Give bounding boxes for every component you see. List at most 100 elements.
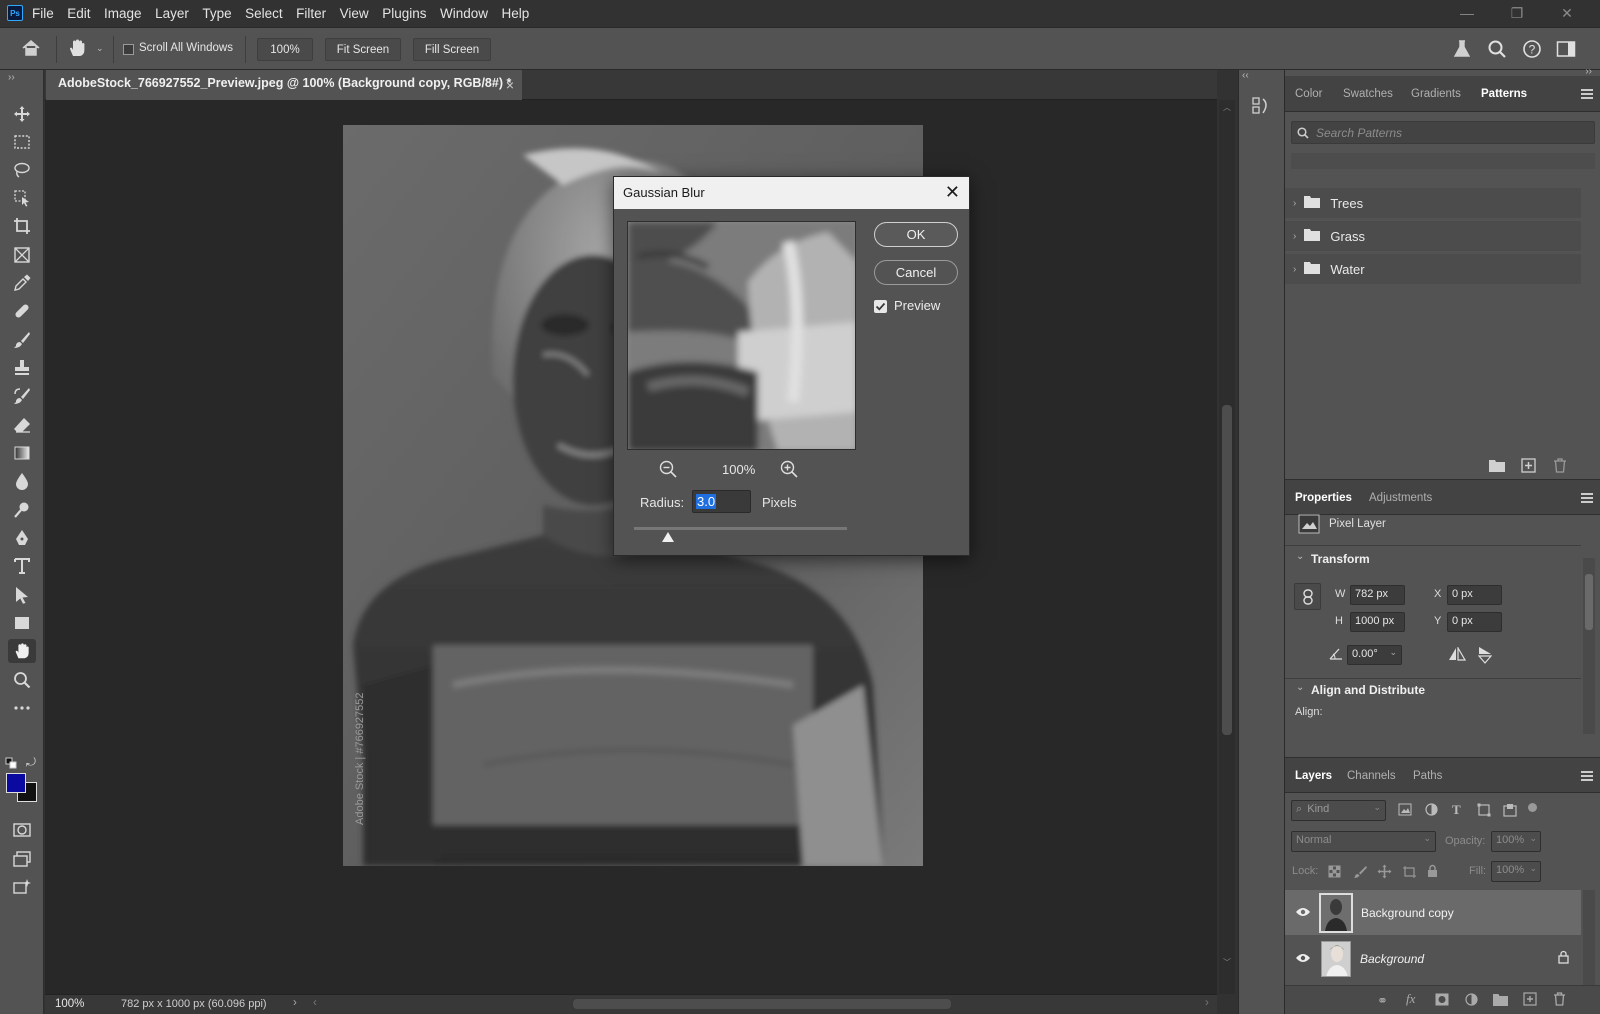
- hand-tool-preset-icon[interactable]: [67, 38, 87, 61]
- menu-help[interactable]: Help: [501, 4, 529, 23]
- object-selection-tool-icon[interactable]: [8, 186, 36, 210]
- preview-checkbox[interactable]: [874, 300, 887, 313]
- eyedropper-tool-icon[interactable]: [8, 271, 36, 295]
- menu-layer[interactable]: Layer: [155, 4, 189, 23]
- collapse-align-icon[interactable]: ⌄: [1296, 682, 1304, 693]
- new-group-icon[interactable]: [1493, 993, 1508, 1009]
- history-panel-icon[interactable]: [1251, 96, 1271, 119]
- dialog-title-bar[interactable]: Gaussian Blur ✕: [614, 177, 969, 209]
- x-field[interactable]: 0 px: [1447, 585, 1502, 605]
- blend-mode-select[interactable]: Normal ⌄: [1291, 831, 1436, 852]
- angle-field[interactable]: 0.00° ⌄: [1347, 645, 1402, 665]
- flask-icon[interactable]: [1452, 39, 1472, 62]
- vertical-scrollbar[interactable]: ︿ ﹀: [1219, 100, 1235, 994]
- link-dimensions-button[interactable]: [1294, 583, 1321, 610]
- generative-icon[interactable]: [8, 875, 36, 899]
- scroll-all-checkbox[interactable]: [123, 44, 134, 55]
- eraser-tool-icon[interactable]: [8, 413, 36, 437]
- adjustment-layer-icon[interactable]: [1465, 993, 1478, 1009]
- crop-tool-icon[interactable]: [8, 214, 36, 238]
- opacity-dropdown-icon[interactable]: ⌄: [1529, 833, 1537, 844]
- zoom-100-button[interactable]: 100%: [257, 38, 313, 61]
- tab-layers[interactable]: Layers: [1295, 770, 1332, 782]
- scroll-down-icon[interactable]: ﹀: [1223, 957, 1231, 968]
- filter-shape-icon[interactable]: [1477, 803, 1491, 820]
- marquee-tool-icon[interactable]: [8, 130, 36, 154]
- lock-position-icon[interactable]: [1377, 864, 1392, 882]
- tab-gradients[interactable]: Gradients: [1411, 88, 1461, 100]
- restore-button[interactable]: ❐: [1492, 5, 1542, 22]
- patterns-search-box[interactable]: Search Patterns: [1291, 121, 1595, 144]
- menu-type[interactable]: Type: [202, 4, 231, 23]
- flip-vertical-icon[interactable]: [1477, 646, 1493, 667]
- layer-name[interactable]: Background copy: [1361, 906, 1454, 920]
- clone-stamp-tool-icon[interactable]: [8, 356, 36, 380]
- workspace-icon[interactable]: [1556, 40, 1576, 61]
- brush-tool-icon[interactable]: [8, 328, 36, 352]
- filter-adjustment-icon[interactable]: [1425, 803, 1438, 819]
- chevron-down-icon[interactable]: ⌄: [96, 43, 104, 54]
- add-mask-icon[interactable]: [1435, 993, 1449, 1009]
- close-button[interactable]: ✕: [1542, 5, 1592, 22]
- y-field[interactable]: 0 px: [1447, 612, 1502, 632]
- layer-effects-icon[interactable]: fx: [1406, 991, 1415, 1007]
- minimize-button[interactable]: —: [1442, 5, 1492, 21]
- tab-adjustments[interactable]: Adjustments: [1369, 492, 1432, 504]
- expand-chevron-icon[interactable]: ›: [1293, 198, 1296, 209]
- flip-horizontal-icon[interactable]: [1448, 645, 1467, 664]
- cancel-button[interactable]: Cancel: [874, 260, 958, 285]
- dodge-tool-icon[interactable]: [8, 498, 36, 522]
- status-zoom[interactable]: 100%: [55, 998, 84, 1010]
- menu-select[interactable]: Select: [245, 4, 283, 23]
- pattern-folder-water[interactable]: › Water: [1285, 254, 1581, 284]
- close-tab-icon[interactable]: ×: [506, 77, 514, 93]
- angle-dropdown-icon[interactable]: ⌄: [1389, 647, 1397, 658]
- lock-transparent-icon[interactable]: [1328, 865, 1341, 881]
- radius-input[interactable]: 3.0: [692, 490, 751, 513]
- new-group-folder-icon[interactable]: [1489, 459, 1505, 476]
- kind-dropdown-icon[interactable]: ⌄: [1373, 802, 1381, 813]
- lock-pixels-icon[interactable]: [1353, 865, 1367, 882]
- visibility-eye-icon[interactable]: [1295, 906, 1311, 920]
- fit-screen-button[interactable]: Fit Screen: [325, 38, 401, 61]
- visibility-eye-icon[interactable]: [1295, 952, 1311, 966]
- scroll-right-icon[interactable]: ›: [1205, 997, 1209, 1009]
- patterns-panel-menu-icon[interactable]: [1581, 89, 1593, 99]
- menu-filter[interactable]: Filter: [296, 4, 326, 23]
- hand-tool-icon[interactable]: [8, 639, 36, 663]
- layer-name[interactable]: Background: [1360, 952, 1424, 966]
- fill-screen-button[interactable]: Fill Screen: [413, 38, 491, 61]
- fill-dropdown-icon[interactable]: ⌄: [1529, 863, 1537, 874]
- delete-pattern-icon[interactable]: [1553, 458, 1567, 476]
- delete-layer-icon[interactable]: [1553, 992, 1566, 1009]
- dialog-close-icon[interactable]: ✕: [945, 182, 960, 203]
- status-menu-arrow[interactable]: ›: [293, 997, 297, 1009]
- healing-brush-tool-icon[interactable]: [8, 299, 36, 323]
- screen-mode-icon[interactable]: [8, 847, 36, 871]
- frame-tool-icon[interactable]: [8, 243, 36, 267]
- filter-smart-object-icon[interactable]: [1503, 803, 1517, 820]
- tab-color[interactable]: Color: [1295, 88, 1322, 100]
- expand-chevron-icon[interactable]: ›: [1293, 264, 1296, 275]
- collapse-left-icon[interactable]: ‹‹: [1242, 70, 1249, 81]
- ok-button[interactable]: OK: [874, 222, 958, 247]
- help-icon[interactable]: ?: [1522, 39, 1542, 62]
- document-tab[interactable]: AdobeStock_766927552_Preview.jpeg @ 100%…: [46, 70, 522, 100]
- type-tool-icon[interactable]: [8, 554, 36, 578]
- vertical-scroll-thumb[interactable]: [1222, 405, 1232, 735]
- expand-toolbar-icon[interactable]: ››: [8, 72, 15, 83]
- filter-type-icon[interactable]: T: [1452, 802, 1461, 818]
- expand-chevron-icon[interactable]: ›: [1293, 231, 1296, 242]
- foreground-color-swatch[interactable]: [6, 773, 26, 793]
- preview-zoom-in-icon[interactable]: [780, 460, 798, 481]
- history-brush-tool-icon[interactable]: [8, 384, 36, 408]
- tab-channels[interactable]: Channels: [1347, 770, 1396, 782]
- menu-window[interactable]: Window: [440, 4, 488, 23]
- pen-tool-icon[interactable]: [8, 526, 36, 550]
- menu-edit[interactable]: Edit: [67, 4, 90, 23]
- lasso-tool-icon[interactable]: [8, 158, 36, 182]
- collapse-transform-icon[interactable]: ⌄: [1296, 551, 1304, 562]
- layer-row-background-copy[interactable]: Background copy: [1285, 890, 1581, 935]
- tab-paths[interactable]: Paths: [1413, 770, 1442, 782]
- path-selection-tool-icon[interactable]: [8, 583, 36, 607]
